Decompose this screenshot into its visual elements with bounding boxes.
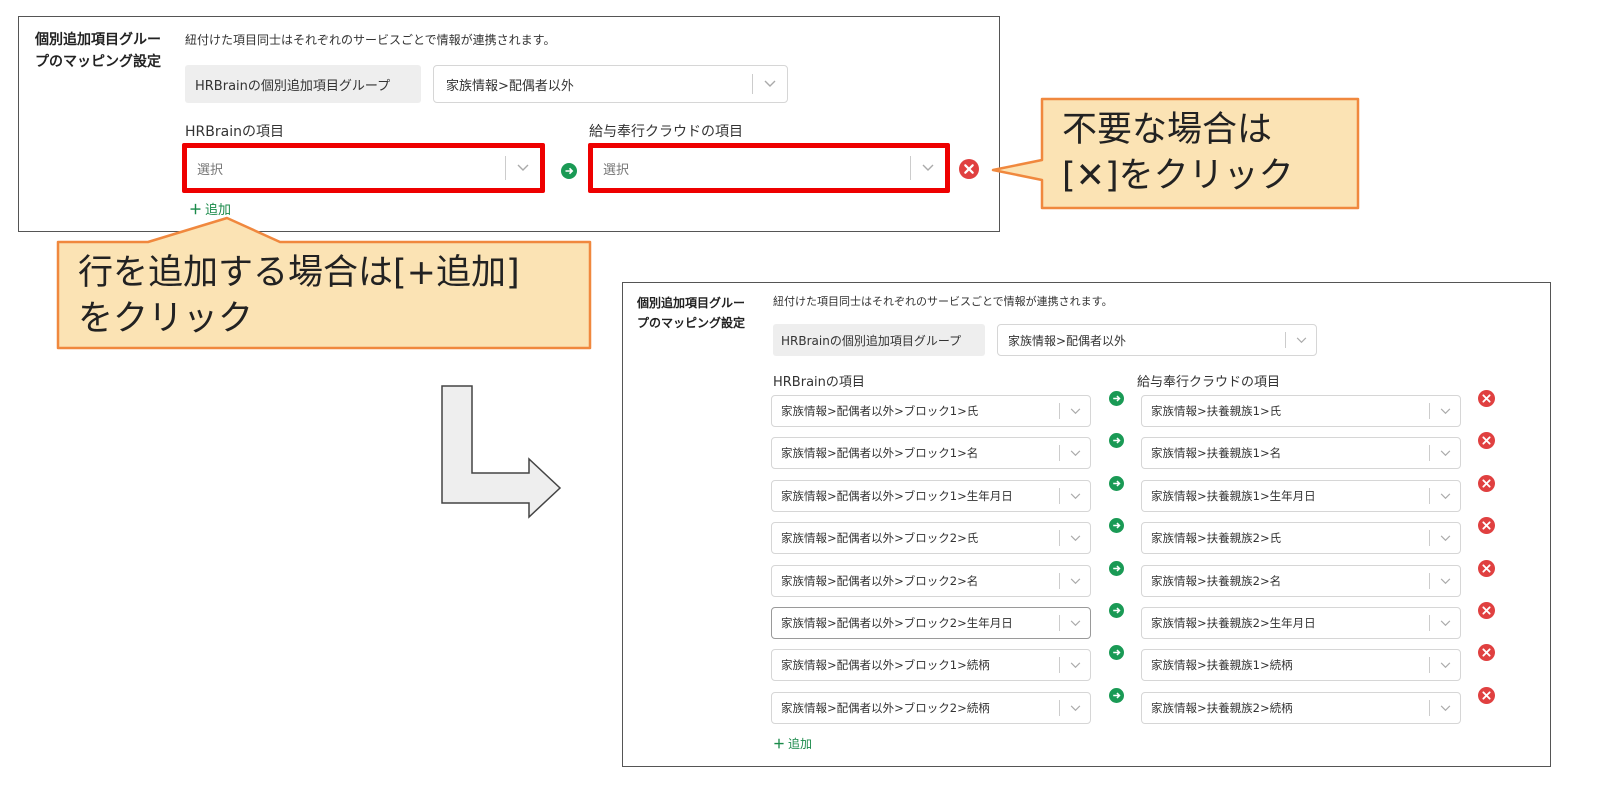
kyuyo-item-value: 家族情報>扶養親族1>氏 bbox=[1151, 404, 1282, 418]
kyuyo-item-select[interactable]: 家族情報>扶養親族1>続柄 bbox=[1141, 649, 1461, 681]
hrbrain-item-value: 家族情報>配偶者以外>ブロック1>名 bbox=[781, 446, 979, 460]
hrbrain-item-select[interactable]: 家族情報>配偶者以外>ブロック2>氏 bbox=[771, 522, 1091, 554]
kyuyo-item-value: 家族情報>扶養親族1>名 bbox=[1151, 446, 1282, 460]
chevron-down-icon bbox=[1060, 534, 1090, 542]
chevron-down-icon bbox=[1286, 336, 1316, 344]
chevron-down-icon bbox=[1430, 407, 1460, 415]
hrbrain-item-select[interactable]: 家族情報>配偶者以外>ブロック1>生年月日 bbox=[771, 480, 1091, 512]
arrow-right-icon bbox=[1109, 688, 1124, 707]
remove-row-icon[interactable] bbox=[1478, 517, 1495, 538]
group-label: HRBrainの個別追加項目グループ bbox=[773, 324, 985, 356]
arrow-right-icon bbox=[1109, 561, 1124, 580]
remove-row-icon[interactable] bbox=[1478, 602, 1495, 623]
kyuyo-item-value: 家族情報>扶養親族2>続柄 bbox=[1151, 701, 1293, 715]
remove-row-icon[interactable] bbox=[1478, 644, 1495, 665]
remove-row-icon[interactable] bbox=[1478, 475, 1495, 496]
chevron-down-icon bbox=[1430, 704, 1460, 712]
kyuyo-item-value: 家族情報>扶養親族2>生年月日 bbox=[1151, 616, 1316, 630]
add-row-button[interactable]: ＋ 追加 bbox=[773, 735, 812, 752]
chevron-down-icon bbox=[1060, 407, 1090, 415]
kyuyo-item-value: 家族情報>扶養親族2>名 bbox=[1151, 574, 1282, 588]
chevron-down-icon bbox=[1060, 704, 1090, 712]
remove-row-icon[interactable] bbox=[1478, 687, 1495, 708]
col-head-hrbrain: HRBrainの項目 bbox=[773, 375, 865, 390]
kyuyo-item-select[interactable]: 家族情報>扶養親族2>名 bbox=[1141, 565, 1461, 597]
hrbrain-item-select[interactable]: 家族情報>配偶者以外>ブロック2>生年月日 bbox=[771, 607, 1091, 639]
hrbrain-item-select[interactable]: 家族情報>配偶者以外>ブロック1>氏 bbox=[771, 395, 1091, 427]
chevron-down-icon bbox=[1060, 577, 1090, 585]
hrbrain-item-value: 家族情報>配偶者以外>ブロック1>生年月日 bbox=[781, 489, 1013, 503]
chevron-down-icon bbox=[1430, 449, 1460, 457]
add-callout-text: 行を追加する場合は[+追加] をクリック bbox=[78, 253, 520, 339]
chevron-down-icon bbox=[1430, 577, 1460, 585]
remove-callout-text: 不要な場合は [✕]をクリック bbox=[1062, 110, 1294, 196]
panel-label: 個別追加項目グルー プのマッピング設定 bbox=[637, 296, 746, 330]
chevron-down-icon bbox=[1430, 534, 1460, 542]
col-head-kyuyo: 給与奉行クラウドの項目 bbox=[1137, 375, 1281, 390]
kyuyo-item-value: 家族情報>扶養親族2>氏 bbox=[1151, 531, 1282, 545]
chevron-down-icon bbox=[1430, 661, 1460, 669]
panel-description: 紐付けた項目同士はそれぞれのサービスごとで情報が連携されます。 bbox=[773, 295, 1113, 308]
arrow-right-icon bbox=[1109, 433, 1124, 452]
kyuyo-item-select[interactable]: 家族情報>扶養親族2>生年月日 bbox=[1141, 607, 1461, 639]
chevron-down-icon bbox=[1060, 449, 1090, 457]
chevron-down-icon bbox=[1430, 619, 1460, 627]
chevron-down-icon bbox=[1430, 492, 1460, 500]
hrbrain-item-value: 家族情報>配偶者以外>ブロック1>氏 bbox=[781, 404, 979, 418]
hrbrain-item-value: 家族情報>配偶者以外>ブロック2>名 bbox=[781, 574, 979, 588]
kyuyo-item-select[interactable]: 家族情報>扶養親族2>氏 bbox=[1141, 522, 1461, 554]
arrow-right-icon bbox=[1109, 476, 1124, 495]
arrow-right-icon bbox=[1109, 518, 1124, 537]
kyuyo-item-select[interactable]: 家族情報>扶養親族1>名 bbox=[1141, 437, 1461, 469]
group-select[interactable]: 家族情報>配偶者以外 bbox=[997, 324, 1317, 356]
hrbrain-item-select[interactable]: 家族情報>配偶者以外>ブロック1>続柄 bbox=[771, 649, 1091, 681]
kyuyo-item-select[interactable]: 家族情報>扶養親族1>生年月日 bbox=[1141, 480, 1461, 512]
hrbrain-item-value: 家族情報>配偶者以外>ブロック2>生年月日 bbox=[781, 616, 1013, 630]
chevron-down-icon bbox=[1060, 492, 1090, 500]
hrbrain-item-value: 家族情報>配偶者以外>ブロック1>続柄 bbox=[781, 658, 990, 672]
arrow-right-icon bbox=[1109, 645, 1124, 664]
hrbrain-item-select[interactable]: 家族情報>配偶者以外>ブロック2>続柄 bbox=[771, 692, 1091, 724]
hrbrain-item-value: 家族情報>配偶者以外>ブロック2>氏 bbox=[781, 531, 979, 545]
kyuyo-item-value: 家族情報>扶養親族1>続柄 bbox=[1151, 658, 1293, 672]
kyuyo-item-value: 家族情報>扶養親族1>生年月日 bbox=[1151, 489, 1316, 503]
remove-row-icon[interactable] bbox=[1478, 432, 1495, 453]
mapping-panel-after: 個別追加項目グルー プのマッピング設定 紐付けた項目同士はそれぞれのサービスごと… bbox=[622, 282, 1551, 767]
kyuyo-item-select[interactable]: 家族情報>扶養親族2>続柄 bbox=[1141, 692, 1461, 724]
plus-icon: ＋ bbox=[773, 737, 786, 751]
kyuyo-item-select[interactable]: 家族情報>扶養親族1>氏 bbox=[1141, 395, 1461, 427]
remove-row-icon[interactable] bbox=[1478, 560, 1495, 581]
arrow-right-icon bbox=[1109, 603, 1124, 622]
arrow-right-icon bbox=[1109, 391, 1124, 410]
hrbrain-item-select[interactable]: 家族情報>配偶者以外>ブロック2>名 bbox=[771, 565, 1091, 597]
hrbrain-item-value: 家族情報>配偶者以外>ブロック2>続柄 bbox=[781, 701, 990, 715]
chevron-down-icon bbox=[1060, 661, 1090, 669]
chevron-down-icon bbox=[1060, 619, 1090, 627]
remove-row-icon[interactable] bbox=[1478, 390, 1495, 411]
hrbrain-item-select[interactable]: 家族情報>配偶者以外>ブロック1>名 bbox=[771, 437, 1091, 469]
